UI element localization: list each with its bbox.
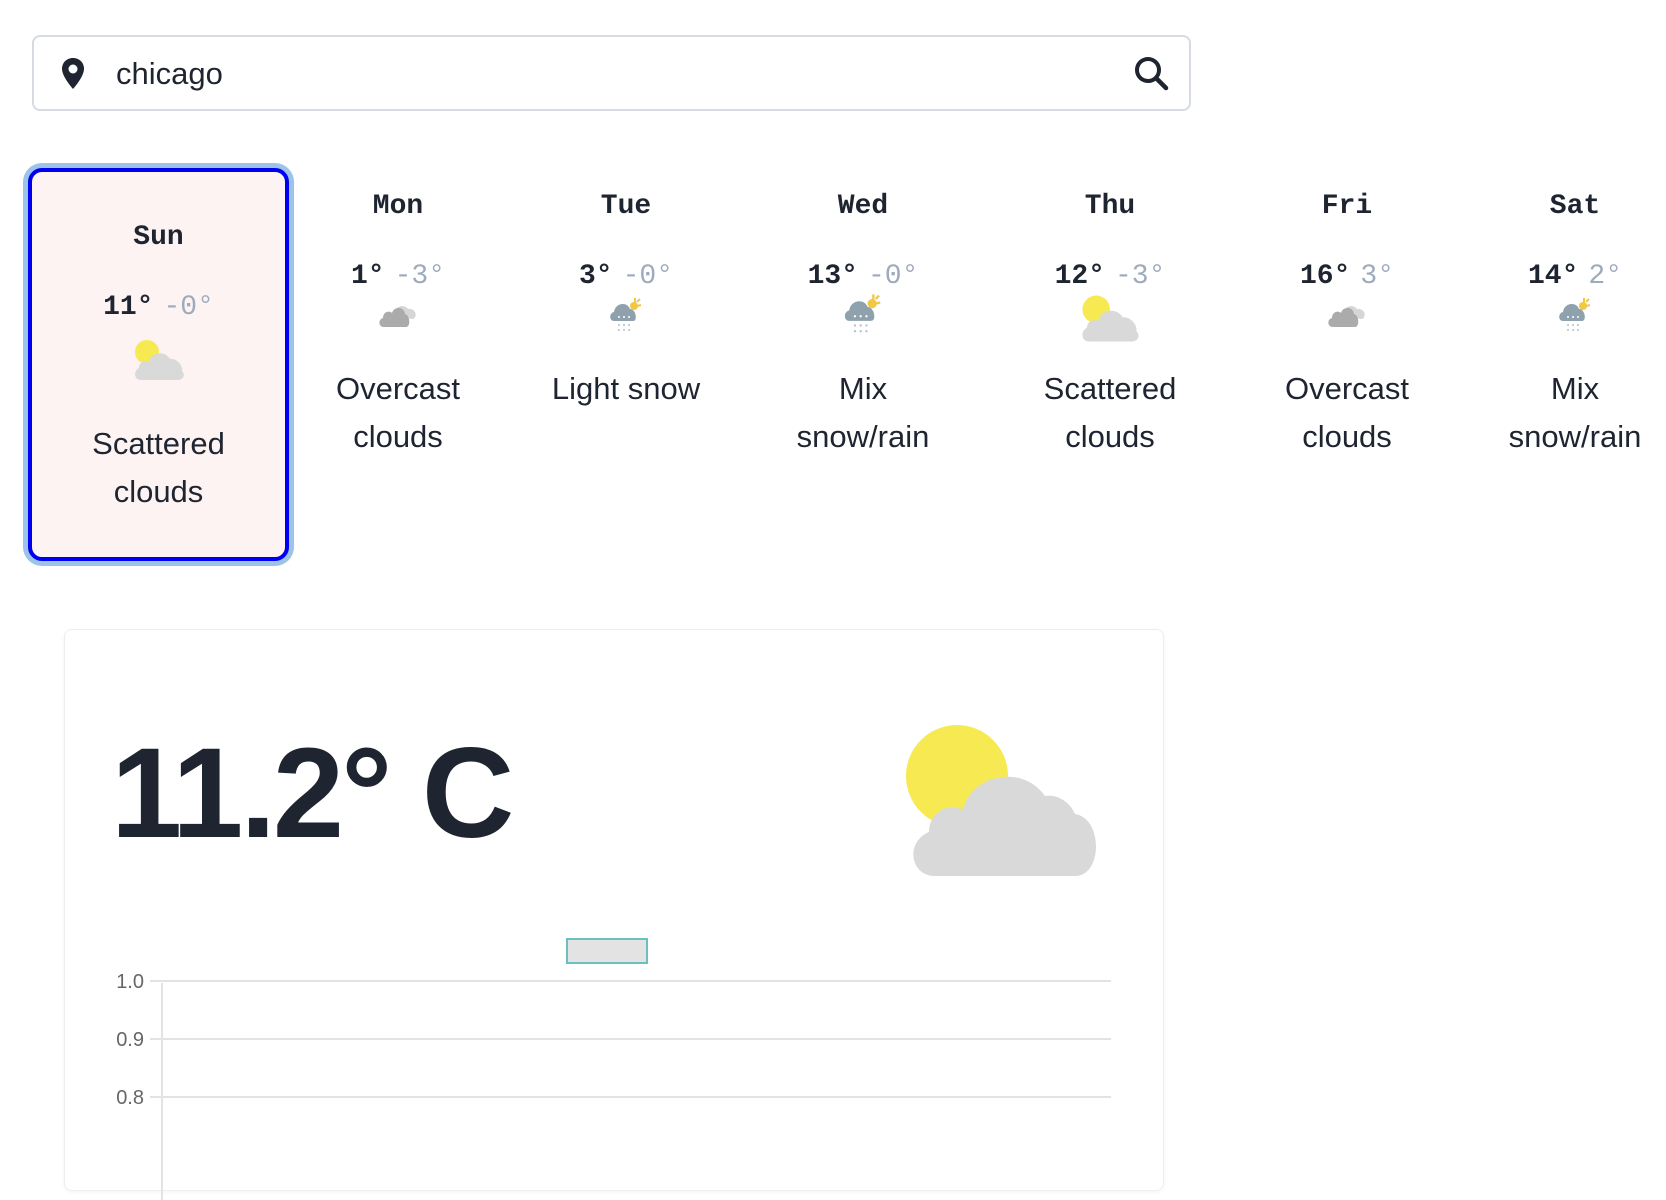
y-tick-label: 1.0: [116, 971, 144, 993]
magnifier-icon[interactable]: [1133, 55, 1169, 96]
temperature-chart: 1.0 0.9 0.8: [116, 971, 1111, 1200]
day-temps: 14° 2°: [1455, 257, 1666, 297]
current-weather-card: 11.2° C 1.0 0.9 0.8: [64, 629, 1164, 1200]
day-description: Overcast clouds: [278, 365, 518, 461]
forecast-day-tue[interactable]: Tue 3° -0° Light snow: [506, 187, 746, 413]
day-temps: 1° -3°: [278, 257, 518, 297]
forecast-day-sat[interactable]: Sat 14° 2° Mix snow/rain: [1455, 187, 1666, 461]
forecast-day-thu[interactable]: Thu 12° -3° Scattered clouds: [990, 187, 1230, 461]
desc-line-1: Overcast: [1284, 371, 1410, 406]
high-temp: 1°: [350, 261, 385, 292]
city-search-input[interactable]: [114, 51, 1118, 97]
day-temps: 13° -0°: [743, 257, 983, 297]
forecast-day-wed[interactable]: Wed 13° -0° Mix snow/rain: [743, 187, 983, 461]
high-temp: 14°: [1527, 261, 1579, 292]
forecast-day-fri[interactable]: Fri 16° 3° Overcast clouds: [1227, 187, 1467, 461]
desc-line-1: Light snow: [551, 371, 701, 406]
desc-line-2: snow/rain: [1508, 419, 1642, 454]
low-temp: 3°: [1360, 261, 1395, 292]
day-temps: 11° -0°: [32, 288, 285, 328]
low-temp: -0°: [868, 261, 919, 292]
desc-line-1: Mix: [838, 371, 888, 406]
desc-line-2: clouds: [113, 474, 204, 509]
high-temp: 11°: [103, 292, 154, 323]
day-name: Sat: [1549, 191, 1601, 222]
desc-line-2: snow/rain: [796, 419, 930, 454]
desc-line-2: clouds: [1065, 419, 1155, 454]
y-tick-label: 0.9: [116, 1029, 144, 1051]
snow-icon: [1455, 297, 1666, 347]
day-name: Fri: [1321, 191, 1373, 222]
day-name: Mon: [372, 191, 424, 222]
day-name: Wed: [837, 191, 889, 222]
search-bar: [32, 35, 1191, 111]
snow-icon: [725, 293, 1001, 351]
desc-line-1: Scattered: [1043, 371, 1177, 406]
day-temps: 16° 3°: [1227, 257, 1467, 297]
high-temp: 13°: [807, 261, 858, 292]
forecast-day-mon[interactable]: Mon 1° -3° Overcast clouds: [278, 187, 518, 461]
day-description: Mix snow/rain: [743, 365, 983, 461]
desc-line-1: Overcast: [335, 371, 461, 406]
sun-cloud-icon: [972, 293, 1248, 351]
day-temps: 12° -3°: [990, 257, 1230, 297]
day-name: Thu: [1084, 191, 1136, 222]
forecast-day-sun[interactable]: Sun 11° -0° Scattered clouds: [28, 168, 289, 561]
low-temp: -0°: [622, 261, 674, 292]
desc-line-2: clouds: [353, 419, 443, 454]
day-name: Sun: [133, 222, 184, 253]
sun-cloud-icon: [905, 724, 1105, 889]
desc-line-2: clouds: [1302, 419, 1392, 454]
day-description: Light snow: [506, 365, 746, 413]
day-description: Scattered clouds: [32, 420, 285, 516]
high-temp: 3°: [578, 261, 613, 292]
low-temp: -3°: [1115, 261, 1166, 292]
current-temperature: 11.2° C: [111, 722, 514, 865]
day-description: Mix snow/rain: [1455, 365, 1666, 461]
high-temp: 12°: [1054, 261, 1105, 292]
desc-line-1: Scattered: [92, 426, 225, 461]
low-temp: -0°: [163, 292, 214, 323]
high-temp: 16°: [1299, 261, 1351, 292]
sun-cloud-icon: [32, 338, 285, 388]
overcast-clouds-icon: [278, 297, 518, 347]
day-temps: 3° -0°: [506, 257, 746, 297]
y-tick-label: 0.8: [116, 1087, 144, 1109]
low-temp: 2°: [1588, 261, 1623, 292]
day-description: Overcast clouds: [1227, 365, 1467, 461]
map-pin-icon: [60, 57, 86, 96]
day-description: Scattered clouds: [990, 365, 1230, 461]
desc-line-1: Mix: [1550, 371, 1600, 406]
snow-icon: [506, 297, 746, 347]
day-name: Tue: [600, 191, 652, 222]
low-temp: -3°: [394, 261, 446, 292]
overcast-clouds-icon: [1227, 297, 1467, 347]
